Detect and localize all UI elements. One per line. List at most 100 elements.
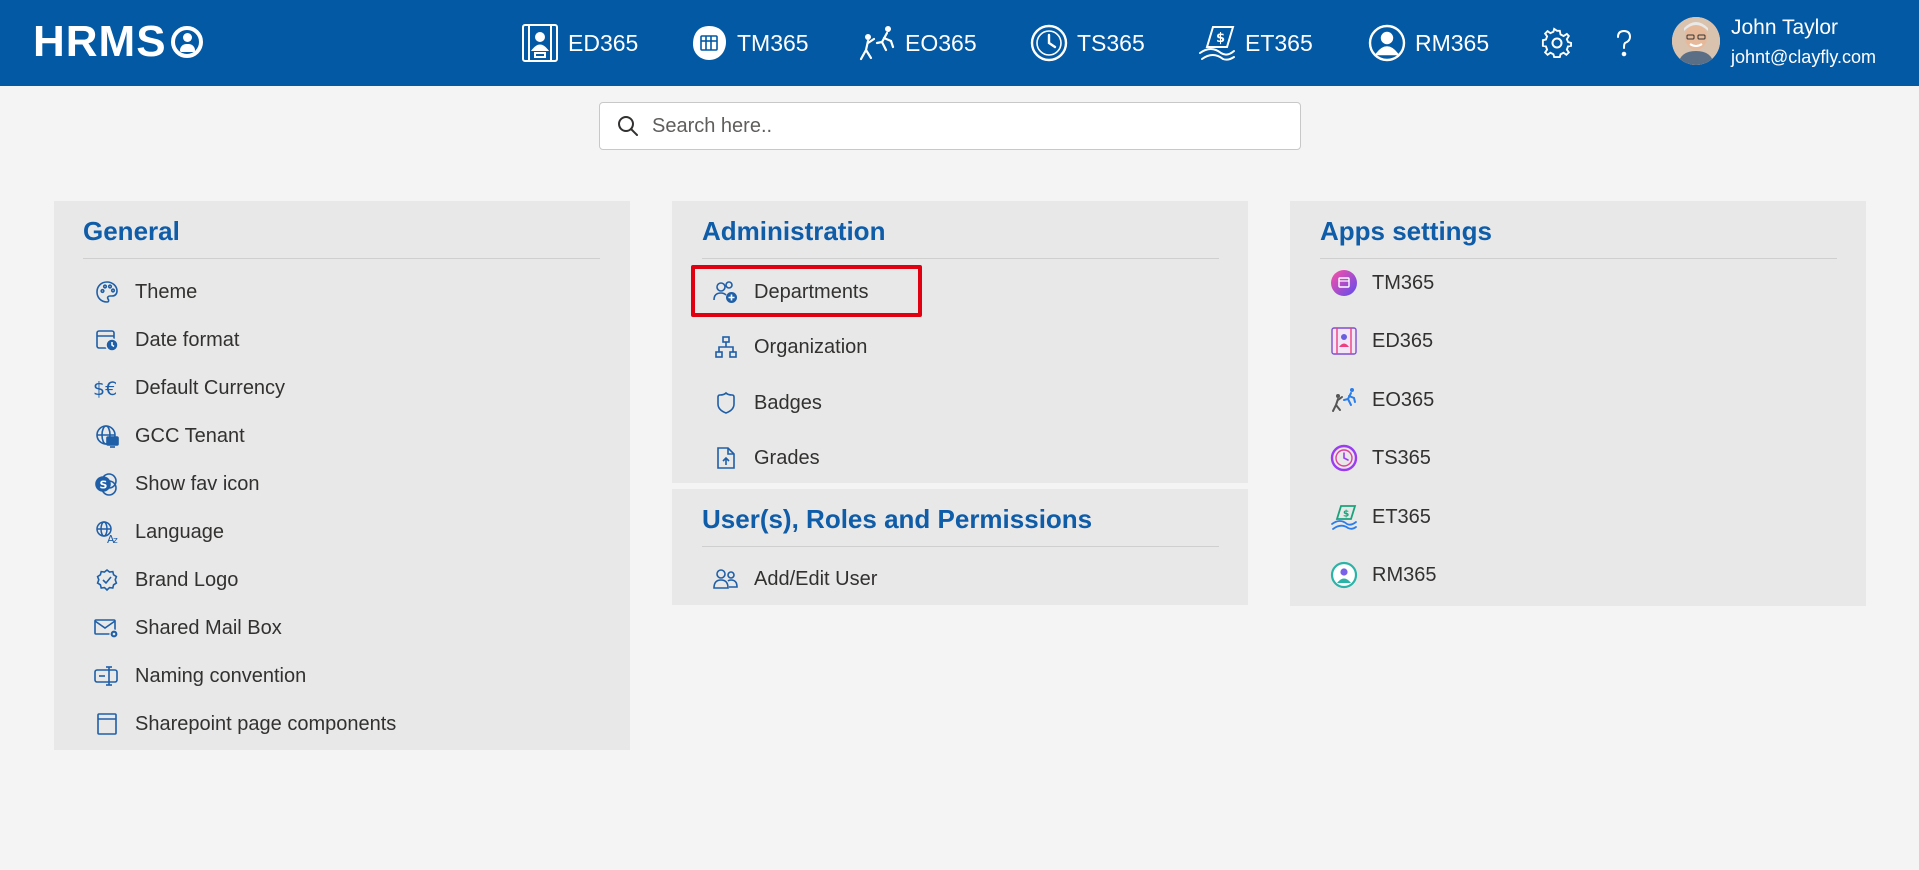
avatar[interactable]	[1672, 17, 1720, 65]
brand-person-icon	[170, 26, 203, 58]
item-label: TM365	[1372, 272, 1435, 294]
ed365-logo-icon	[1330, 327, 1358, 355]
eo365-logo-icon	[1330, 386, 1358, 414]
fav-icon: S	[93, 470, 121, 498]
svg-text:S: S	[100, 479, 108, 492]
brand-logo[interactable]: HRMS	[33, 18, 203, 66]
nav-app-label: ET365	[1245, 30, 1313, 56]
admin-item-organization[interactable]: Organization	[712, 327, 867, 367]
administration-title: Administration	[702, 216, 886, 246]
users-item-add-edit-user[interactable]: Add/Edit User	[712, 559, 877, 599]
svg-text:$€: $€	[93, 378, 117, 400]
tm365-logo-icon	[1330, 269, 1358, 297]
nav-app-eo365[interactable]: EO365	[857, 20, 977, 66]
badge-check-icon	[93, 566, 121, 594]
item-label: Brand Logo	[135, 569, 239, 591]
item-label: ET365	[1372, 506, 1431, 528]
page-icon	[93, 710, 121, 738]
administration-divider	[702, 258, 1219, 259]
top-bar: HRMS ED365 TM365 EO365 TS365 $ ET365 RM3…	[0, 0, 1919, 86]
search-icon	[614, 112, 642, 140]
task-management-icon	[689, 23, 729, 63]
item-label: Badges	[754, 392, 822, 414]
nav-app-label: RM365	[1415, 30, 1490, 56]
users-title: User(s), Roles and Permissions	[702, 504, 1093, 534]
translate-icon: A z	[93, 518, 121, 546]
admin-item-grades[interactable]: Grades	[712, 438, 820, 478]
shield-icon	[712, 389, 740, 417]
nav-app-label: TM365	[737, 30, 809, 56]
palette-icon	[93, 278, 121, 306]
apps-settings-title: Apps settings	[1320, 216, 1492, 246]
item-label: Organization	[754, 336, 868, 358]
item-label: Sharepoint page components	[135, 713, 397, 735]
general-divider	[83, 258, 600, 259]
item-label: Date format	[135, 329, 240, 351]
nav-app-ts365[interactable]: TS365	[1029, 20, 1145, 66]
item-label: Add/Edit User	[754, 568, 878, 590]
item-label: EO365	[1372, 389, 1435, 411]
search-input[interactable]	[652, 106, 1300, 146]
user-email: johnt@clayfly.com	[1731, 47, 1876, 67]
general-item-sharepoint-page-components[interactable]: Sharepoint page components	[93, 704, 396, 744]
nav-app-ed365[interactable]: ED365	[520, 20, 638, 66]
apps-item-ts365[interactable]: TS365	[1330, 438, 1431, 478]
search-box[interactable]	[599, 102, 1301, 150]
globe-desktop-icon	[93, 422, 121, 450]
general-item-theme[interactable]: Theme	[93, 272, 197, 312]
apps-item-eo365[interactable]: EO365	[1330, 380, 1434, 420]
item-label: GCC Tenant	[135, 425, 245, 447]
svg-text:$: $	[1216, 31, 1225, 46]
document-arrow-icon	[712, 444, 740, 472]
general-item-show-fav-icon[interactable]: S Show fav icon	[93, 464, 260, 504]
item-label: Departments	[754, 281, 869, 303]
nav-app-label: EO365	[905, 30, 977, 56]
admin-item-departments[interactable]: Departments	[712, 272, 869, 312]
general-item-default-currency[interactable]: $€ Default Currency	[93, 368, 285, 408]
general-item-brand-logo[interactable]: Brand Logo	[93, 560, 238, 600]
item-label: Default Currency	[135, 377, 286, 399]
apps-item-et365[interactable]: $ ET365	[1330, 497, 1431, 537]
item-label: Show fav icon	[135, 473, 260, 495]
apps-item-ed365[interactable]: ED365	[1330, 321, 1433, 361]
et365-logo-icon: $	[1330, 503, 1358, 531]
people-icon	[712, 565, 740, 593]
item-label: Grades	[754, 447, 820, 469]
general-item-gcc-tenant[interactable]: GCC Tenant	[93, 416, 245, 456]
user-name: John Taylor	[1731, 16, 1839, 39]
calendar-clock-icon	[93, 326, 121, 354]
nav-app-rm365[interactable]: RM365	[1367, 20, 1489, 66]
resource-management-icon	[1367, 23, 1407, 63]
nav-app-tm365[interactable]: TM365	[689, 20, 809, 66]
item-label: TS365	[1372, 447, 1431, 469]
nav-app-label: TS365	[1077, 30, 1145, 56]
apps-item-rm365[interactable]: RM365	[1330, 555, 1436, 595]
apps-item-tm365[interactable]: TM365	[1330, 263, 1434, 303]
brand-text: HRMS	[33, 17, 167, 66]
nav-app-label: ED365	[568, 30, 639, 56]
apps-settings-divider	[1320, 258, 1837, 259]
ts365-logo-icon	[1330, 444, 1358, 472]
general-item-naming-convention[interactable]: Naming convention	[93, 656, 306, 696]
expense-tracker-icon: $	[1197, 23, 1237, 63]
svg-text:z: z	[113, 536, 118, 544]
nav-app-et365[interactable]: $ ET365	[1197, 20, 1313, 66]
item-label: Theme	[135, 281, 198, 303]
general-title: General	[83, 216, 180, 246]
item-label: RM365	[1372, 564, 1437, 586]
users-divider	[702, 546, 1219, 547]
general-item-language[interactable]: A z Language	[93, 512, 224, 552]
question-icon[interactable]	[1605, 24, 1643, 62]
item-label: Naming convention	[135, 665, 307, 687]
svg-text:$: $	[1343, 510, 1349, 520]
gear-icon[interactable]	[1538, 24, 1576, 62]
admin-item-badges[interactable]: Badges	[712, 383, 822, 423]
general-item-date-format[interactable]: Date format	[93, 320, 239, 360]
rename-icon	[93, 662, 121, 690]
item-label: Language	[135, 521, 224, 543]
item-label: Shared Mail Box	[135, 617, 282, 639]
people-add-icon	[712, 278, 740, 306]
employee-directory-icon	[520, 23, 560, 63]
mail-settings-icon	[93, 614, 121, 642]
general-item-shared-mail-box[interactable]: Shared Mail Box	[93, 608, 282, 648]
